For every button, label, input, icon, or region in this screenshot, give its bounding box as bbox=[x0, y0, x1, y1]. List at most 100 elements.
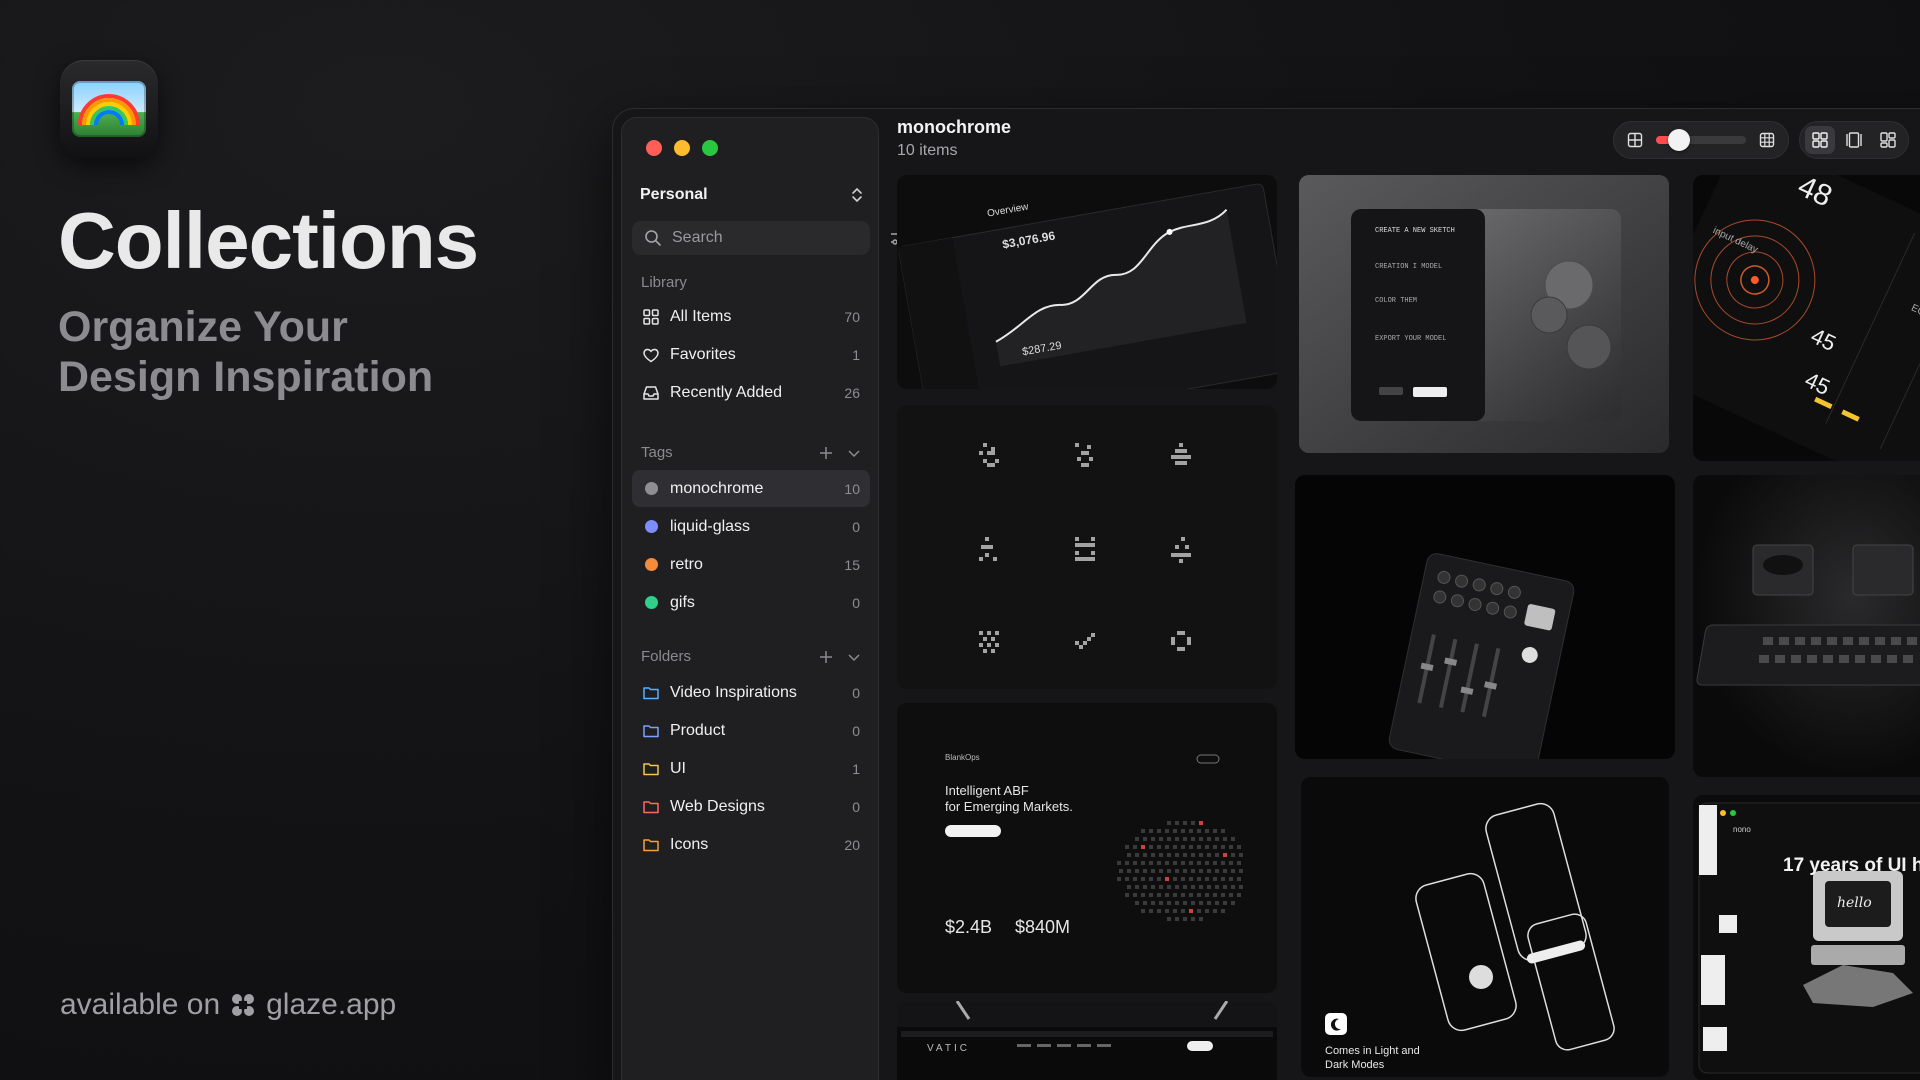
nono-headline: 17 years of UI h bbox=[1783, 855, 1920, 876]
map-dot bbox=[1143, 837, 1147, 841]
tile-phone-modes[interactable]: Comes in Light and Dark Modes bbox=[1301, 777, 1669, 1077]
zoom-control bbox=[1613, 121, 1789, 159]
map-dot bbox=[1191, 837, 1195, 841]
tile-dashboard[interactable]: Overview $3,076.96 $287.29 bbox=[897, 175, 1277, 389]
map-dot bbox=[1149, 861, 1153, 865]
single-view-button[interactable] bbox=[1839, 126, 1869, 154]
map-dot bbox=[1173, 829, 1177, 833]
tile-gauge[interactable]: 48 input delay 45 45 EQ bbox=[1693, 175, 1920, 461]
tile-vatic[interactable]: VATIC bbox=[897, 1001, 1277, 1080]
map-dot bbox=[1221, 893, 1225, 897]
large-grid-icon[interactable] bbox=[1758, 131, 1776, 149]
map-dot bbox=[1181, 877, 1185, 881]
app-icon bbox=[60, 60, 158, 158]
map-dot bbox=[1183, 901, 1187, 905]
add-folder-plus-icon[interactable] bbox=[819, 650, 833, 664]
map-dot bbox=[1213, 861, 1217, 865]
map-dot bbox=[1175, 901, 1179, 905]
map-dot bbox=[1183, 837, 1187, 841]
map-dot bbox=[1165, 861, 1169, 865]
collapse-folders-chevron-icon[interactable] bbox=[847, 650, 861, 664]
item-count: 0 bbox=[852, 684, 860, 701]
sidebar-folder-product[interactable]: Product 0 bbox=[632, 712, 870, 749]
close-window-button[interactable] bbox=[646, 140, 662, 156]
map-dot bbox=[1175, 869, 1179, 873]
map-dot bbox=[1149, 877, 1153, 881]
tile-synth-mixer[interactable] bbox=[1295, 475, 1675, 759]
sidebar-item-favorites[interactable]: Favorites 1 bbox=[632, 336, 870, 373]
map-dot bbox=[1151, 901, 1155, 905]
tile-web-landing[interactable]: BlankOps Intelligent ABF for Emerging Ma… bbox=[897, 703, 1277, 993]
workspace-switcher[interactable]: Personal bbox=[636, 180, 868, 210]
map-dot bbox=[1183, 885, 1187, 889]
map-dot bbox=[1149, 893, 1153, 897]
map-dot bbox=[1125, 861, 1129, 865]
search-field[interactable] bbox=[632, 221, 905, 255]
vatic-brand: VATIC bbox=[927, 1043, 970, 1054]
layout-switcher bbox=[1799, 121, 1909, 159]
zoom-slider-knob[interactable] bbox=[1667, 129, 1690, 151]
glaze-logo-icon bbox=[232, 994, 255, 1016]
masonry-view-icon bbox=[1880, 132, 1896, 148]
sidebar-tag-gifs[interactable]: gifs 0 bbox=[632, 584, 870, 621]
sidebar-tag-liquid-glass[interactable]: liquid-glass 0 bbox=[632, 508, 870, 545]
masonry-view-button[interactable] bbox=[1873, 126, 1903, 154]
tile-nono[interactable]: nono 17 years of UI h hello bbox=[1693, 795, 1920, 1080]
tile-product-sketch[interactable]: CREATE A NEW SKETCH CREATION I MODEL COL… bbox=[1299, 175, 1669, 453]
sidebar-folder-web-designs[interactable]: Web Designs 0 bbox=[632, 788, 870, 825]
sidebar-folder-video-inspirations[interactable]: Video Inspirations 0 bbox=[632, 674, 870, 711]
sketch-step-1: CREATE A NEW SKETCH bbox=[1375, 227, 1455, 235]
web-stat-2: $840M bbox=[1015, 917, 1071, 937]
tag-color-dot bbox=[645, 558, 658, 571]
tile-hardware[interactable] bbox=[1693, 475, 1920, 777]
map-dot bbox=[1175, 837, 1179, 841]
map-dot bbox=[1213, 877, 1217, 881]
map-dot bbox=[1213, 845, 1217, 849]
map-dot bbox=[1231, 837, 1235, 841]
sidebar-item-all-items[interactable]: All Items 70 bbox=[632, 298, 870, 335]
search-input[interactable] bbox=[672, 229, 879, 247]
available-prefix: available on bbox=[60, 988, 221, 1021]
map-dot bbox=[1167, 837, 1171, 841]
view-toolbar bbox=[1613, 121, 1909, 159]
map-dot bbox=[1181, 861, 1185, 865]
collapse-tags-chevron-icon[interactable] bbox=[847, 446, 861, 460]
map-dot bbox=[1141, 909, 1145, 913]
sidebar-folder-ui[interactable]: UI 1 bbox=[632, 750, 870, 787]
map-dot bbox=[1223, 869, 1227, 873]
grid-view-button[interactable] bbox=[1805, 126, 1835, 154]
map-dot bbox=[1165, 829, 1169, 833]
minimize-window-button[interactable] bbox=[674, 140, 690, 156]
add-tag-plus-icon[interactable] bbox=[819, 446, 833, 460]
map-dot bbox=[1205, 909, 1209, 913]
available-site-link[interactable]: glaze.app bbox=[266, 988, 396, 1022]
map-dot bbox=[1181, 893, 1185, 897]
zoom-window-button[interactable] bbox=[702, 140, 718, 156]
sidebar-tag-retro[interactable]: retro 15 bbox=[632, 546, 870, 583]
map-dot bbox=[1237, 877, 1241, 881]
tile-pixel-icons[interactable] bbox=[897, 405, 1277, 689]
small-grid-icon[interactable] bbox=[1626, 131, 1644, 149]
folders-header-label: Folders bbox=[641, 648, 692, 665]
map-dot bbox=[1199, 869, 1203, 873]
item-count: 0 bbox=[852, 798, 860, 815]
zoom-slider[interactable] bbox=[1656, 129, 1746, 151]
map-dot bbox=[1231, 885, 1235, 889]
map-dot bbox=[1231, 869, 1235, 873]
library-header-label: Library bbox=[641, 274, 687, 291]
map-dot bbox=[1157, 909, 1161, 913]
sidebar-item-recently-added[interactable]: Recently Added 26 bbox=[632, 374, 870, 411]
map-dot bbox=[1167, 821, 1171, 825]
map-dot bbox=[1199, 917, 1203, 921]
map-dot bbox=[1207, 869, 1211, 873]
availability-note: available on glaze.app bbox=[60, 988, 396, 1022]
map-dot bbox=[1223, 837, 1227, 841]
map-dot bbox=[1125, 845, 1129, 849]
map-dot bbox=[1197, 893, 1201, 897]
map-dot bbox=[1223, 885, 1227, 889]
sidebar-tag-monochrome[interactable]: monochrome 10 bbox=[632, 470, 870, 507]
map-dot bbox=[1165, 909, 1169, 913]
map-dot bbox=[1135, 885, 1139, 889]
sidebar-folder-icons[interactable]: Icons 20 bbox=[632, 826, 870, 863]
dashboard-preview-image bbox=[898, 183, 1277, 389]
